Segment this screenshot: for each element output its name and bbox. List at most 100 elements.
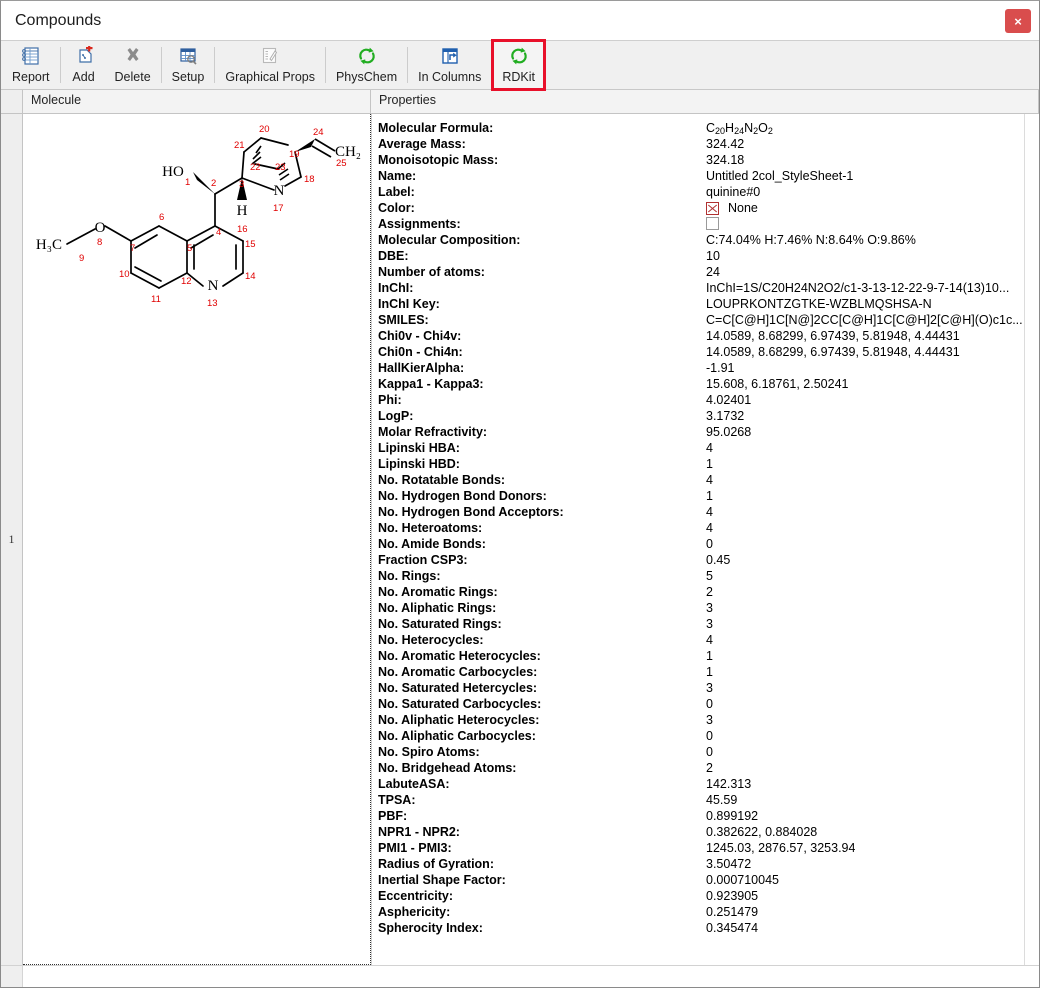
toolbar-separator [407,47,409,83]
property-name: No. Heteroatoms: [378,521,483,535]
property-row[interactable]: No. Amide Bonds: 0 [378,536,1039,552]
svg-text:21: 21 [234,140,245,151]
property-row[interactable]: HallKierAlpha: -1.91 [378,360,1039,376]
column-header-molecule[interactable]: Molecule [23,90,371,113]
property-row[interactable]: Lipinski HBA: 4 [378,440,1039,456]
property-row[interactable]: No. Aliphatic Heterocycles: 3 [378,712,1039,728]
property-row[interactable]: Molar Refractivity: 95.0268 [378,424,1039,440]
svg-text:9: 9 [79,253,84,264]
property-row[interactable]: DBE: 10 [378,248,1039,264]
property-value: 1245.03, 2876.57, 3253.94 [706,841,856,855]
property-value: 3 [706,681,713,695]
property-row[interactable]: Monoisotopic Mass: 324.18 [378,152,1039,168]
svg-text:19: 19 [289,149,300,160]
properties-cell[interactable]: Molecular Formula: C20H24N2O2 Average Mass… [371,114,1039,965]
property-row[interactable]: No. Saturated Hetercycles: 3 [378,680,1039,696]
property-value: 3 [706,713,713,727]
property-row[interactable]: Average Mass: 324.42 [378,136,1039,152]
property-row[interactable]: SMILES: C=C[C@H]1C[N@]2CC[C@H]1C[C@H]2[C@… [378,312,1039,328]
property-value: 0.000710045 [706,873,779,887]
property-row[interactable]: Kappa1 - Kappa3: 15.608, 6.18761, 2.50241 [378,376,1039,392]
svg-text:8: 8 [97,237,102,248]
property-row[interactable]: No. Aromatic Rings: 2 [378,584,1039,600]
property-row[interactable]: Number of atoms: 24 [378,264,1039,280]
property-row[interactable]: PMI1 - PMI3: 1245.03, 2876.57, 3253.94 [378,840,1039,856]
toolbar-button-delete[interactable]: Delete [106,41,160,89]
property-value: 0.382622, 0.884028 [706,825,818,839]
property-row[interactable]: InChI Key: LOUPRKONTZGTKE-WZBLMQSHSA-N [378,296,1039,312]
property-row[interactable]: No. Rotatable Bonds: 4 [378,472,1039,488]
physchem-refresh-icon [355,45,379,67]
property-value: 10 [706,249,720,263]
property-name: No. Hydrogen Bond Donors: [378,489,547,503]
app-root: Compounds × Report Add Delete Setup Grap… [0,0,1044,994]
toolbar-button-physchem[interactable]: PhysChem [327,41,406,89]
property-row[interactable]: Eccentricity: 0.923905 [378,888,1039,904]
grid-corner-cell[interactable] [1,90,23,113]
property-row[interactable]: Molecular Composition: C:74.04% H:7.46% N… [378,232,1039,248]
toolbar-button-rdkit[interactable]: RDKit [491,39,546,91]
property-row[interactable]: NPR1 - NPR2: 0.382622, 0.884028 [378,824,1039,840]
toolbar-button-in-columns[interactable]: In Columns [409,41,490,89]
property-row[interactable]: Assignments: [378,216,1039,232]
property-row[interactable]: Name: Untitled 2col_StyleSheet-1 [378,168,1039,184]
property-row[interactable]: No. Saturated Carbocycles: 0 [378,696,1039,712]
property-value: 0 [706,745,713,759]
property-value: InChI=1S/C20H24N2O2/c1-3-13-12-22-9-7-14… [706,281,1010,295]
toolbar-button-report[interactable]: Report [3,41,59,89]
property-value: 0.923905 [706,889,759,903]
property-row[interactable]: LabuteASA: 142.313 [378,776,1039,792]
property-row[interactable]: Radius of Gyration: 3.50472 [378,856,1039,872]
property-row[interactable]: InChI: InChI=1S/C20H24N2O2/c1-3-13-12-22-… [378,280,1039,296]
property-row[interactable]: No. Aliphatic Carbocycles: 0 [378,728,1039,744]
property-row[interactable]: Spherocity Index: 0.345474 [378,920,1039,936]
property-value: 1 [706,489,713,503]
property-name: No. Aliphatic Rings: [378,601,497,615]
property-row[interactable]: Fraction CSP3: 0.45 [378,552,1039,568]
property-row[interactable]: Chi0n - Chi4n: 14.0589, 8.68299, 6.97439,… [378,344,1039,360]
property-row[interactable]: No. Aromatic Carbocycles: 1 [378,664,1039,680]
property-row[interactable]: No. Spiro Atoms: 0 [378,744,1039,760]
property-value: 1 [706,457,713,471]
property-row[interactable]: Lipinski HBD: 1 [378,456,1039,472]
column-header-properties[interactable]: Properties [371,90,1039,113]
property-row[interactable]: No. Saturated Rings: 3 [378,616,1039,632]
row-header-1[interactable]: 1 [1,114,23,965]
property-row[interactable]: Inertial Shape Factor: 0.000710045 [378,872,1039,888]
property-name: Assignments: [378,217,461,231]
svg-text:3: 3 [239,179,244,190]
bottom-bar [1,965,1039,987]
property-row[interactable]: No. Aliphatic Rings: 3 [378,600,1039,616]
property-row[interactable]: Molecular Formula: C20H24N2O2 [378,120,1039,136]
assignments-checkbox[interactable] [706,217,719,230]
property-row[interactable]: Chi0v - Chi4v: 14.0589, 8.68299, 6.97439,… [378,328,1039,344]
property-name: No. Aromatic Heterocycles: [378,649,541,663]
property-name: Chi0v - Chi4v: [378,329,462,343]
color-value-label: None [728,201,758,215]
property-row[interactable]: Label: quinine#0 [378,184,1039,200]
property-name: InChI: [378,281,414,295]
property-row[interactable]: No. Aromatic Heterocycles: 1 [378,648,1039,664]
property-value: 3.1732 [706,409,745,423]
toolbar-button-graphical-props[interactable]: Graphical Props [216,41,324,89]
property-row[interactable]: No. Rings: 5 [378,568,1039,584]
property-row[interactable]: No. Hydrogen Bond Acceptors: 4 [378,504,1039,520]
toolbar-button-add[interactable]: Add [62,41,106,89]
property-row[interactable]: Color: None [378,200,1039,216]
property-row[interactable]: No. Heteroatoms: 4 [378,520,1039,536]
property-name: NPR1 - NPR2: [378,825,460,839]
property-row[interactable]: Asphericity: 0.251479 [378,904,1039,920]
color-none-swatch-icon[interactable] [706,201,719,215]
property-row[interactable]: Phi: 4.02401 [378,392,1039,408]
toolbar-button-setup[interactable]: Setup [163,41,214,89]
molecule-cell[interactable]: H₃C O N N HO H CH₂ 1 2 3 4 5 6 7 8 9 10 … [23,114,371,965]
properties-vertical-scrollbar[interactable] [1024,114,1039,965]
property-row[interactable]: PBF: 0.899192 [378,808,1039,824]
property-row[interactable]: No. Hydrogen Bond Donors: 1 [378,488,1039,504]
property-row[interactable]: No. Bridgehead Atoms: 2 [378,760,1039,776]
property-name: Inertial Shape Factor: [378,873,506,887]
property-row[interactable]: TPSA: 45.59 [378,792,1039,808]
property-row[interactable]: No. Heterocycles: 4 [378,632,1039,648]
property-row[interactable]: LogP: 3.1732 [378,408,1039,424]
close-button[interactable]: × [1005,9,1031,33]
